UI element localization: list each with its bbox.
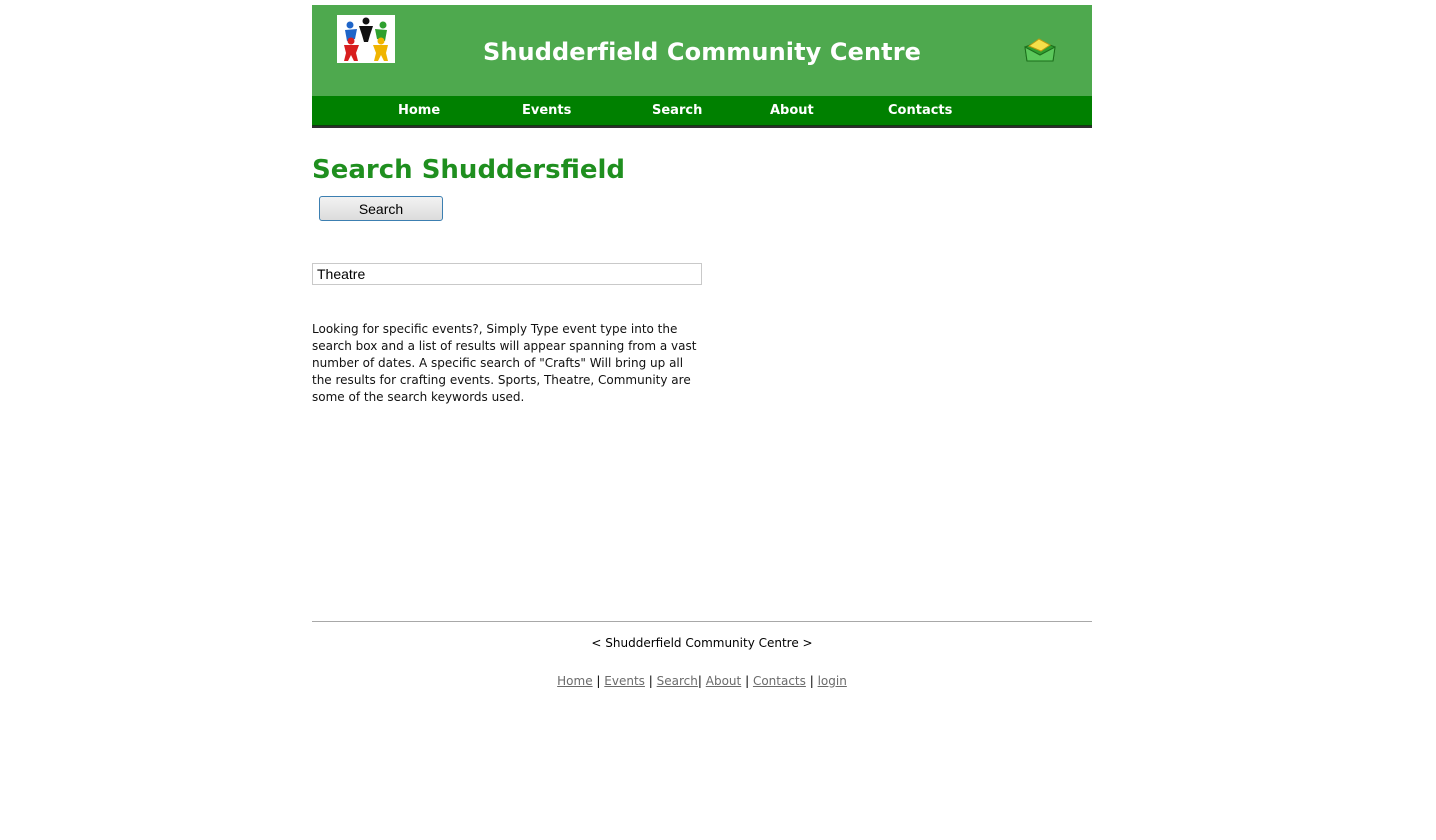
footer-link-home[interactable]: Home: [557, 674, 592, 688]
page-title: Search Shuddersfield: [312, 155, 626, 185]
nav-item-home[interactable]: Home: [398, 103, 440, 118]
footer-separator: |: [596, 674, 601, 688]
page: Shudderfield Community Centre Home Event…: [312, 5, 1092, 688]
search-help-text: Looking for specific events?, Simply Typ…: [312, 322, 697, 404]
footer-separator: |: [809, 674, 814, 688]
site-header: Shudderfield Community Centre: [312, 5, 1092, 96]
footer-link-events[interactable]: Events: [604, 674, 645, 688]
nav-item-contacts[interactable]: Contacts: [888, 103, 952, 118]
footer-title: < Shudderfield Community Centre >: [591, 636, 813, 650]
footer-link-about[interactable]: About: [706, 674, 741, 688]
search-button[interactable]: Search: [319, 196, 443, 221]
footer-separator: |: [648, 674, 653, 688]
site-title: Shudderfield Community Centre: [482, 38, 922, 66]
footer-divider: [312, 621, 1092, 622]
open-envelope-icon[interactable]: [1023, 37, 1057, 65]
footer-separator: |: [697, 674, 702, 688]
footer-link-search[interactable]: Search: [657, 674, 698, 688]
footer-separator: |: [745, 674, 750, 688]
nav-item-about[interactable]: About: [770, 103, 814, 118]
nav-divider: [312, 126, 1092, 128]
footer-links: Home | Events | Search| About | Contacts…: [312, 674, 1092, 688]
main-nav: Home Events Search About Contacts: [312, 96, 1092, 126]
search-input[interactable]: [312, 263, 702, 285]
nav-item-search[interactable]: Search: [652, 103, 702, 118]
footer-link-contacts[interactable]: Contacts: [753, 674, 806, 688]
nav-item-events[interactable]: Events: [522, 103, 571, 118]
footer-link-login[interactable]: login: [818, 674, 847, 688]
